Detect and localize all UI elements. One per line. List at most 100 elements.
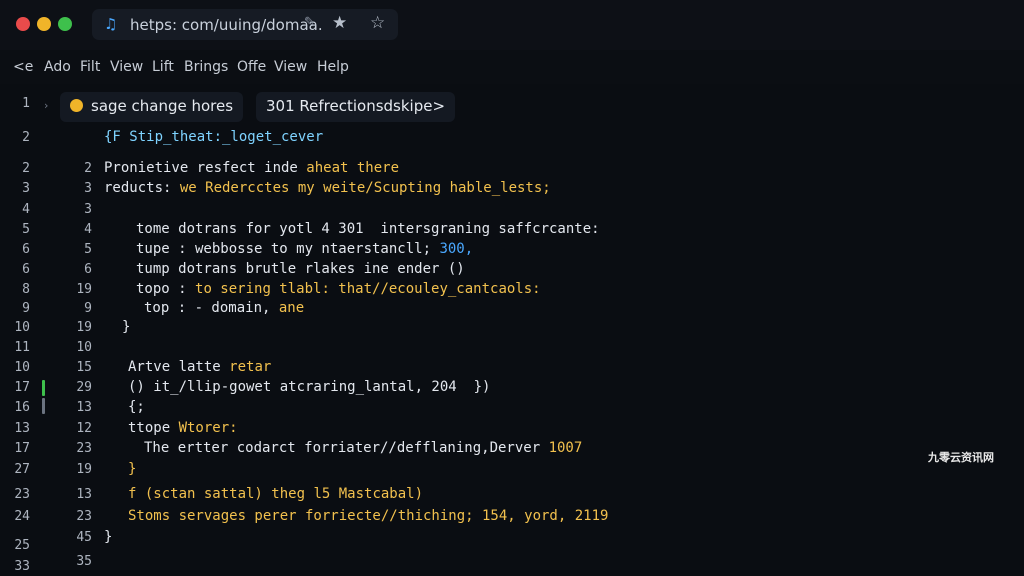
url-text[interactable]: hetps: com/uuing/domaa. [130, 16, 323, 34]
menu-bar: <e Ado Filt View Lift Brings Offe View H… [0, 52, 1024, 82]
line-number: 33 [14, 559, 30, 574]
code-line[interactable]: tump dotrans brutle rlakes ine ender () [136, 261, 465, 277]
line-number: 4 [22, 202, 30, 217]
code-text: we Redercctes my weite/Scupting hable_le… [179, 180, 551, 196]
star-icon[interactable]: ★ [332, 13, 347, 33]
secondary-line-number: 9 [84, 301, 92, 316]
code-line[interactable]: ttope Wtorer: [128, 420, 238, 436]
code-line[interactable]: f (sctan sattal) theg l5 Mastcabal) [128, 486, 423, 502]
tab-301-refrections[interactable]: 301 Refrectionsdskipe> [256, 92, 456, 122]
secondary-line-number: 19 [76, 320, 92, 335]
secondary-line-number: 23 [76, 441, 92, 456]
code-text: Artve latte [128, 359, 230, 375]
code-text: l5 Mastcabal) [313, 486, 424, 502]
code-line[interactable]: Pronietive resfect inde aheat there [104, 160, 399, 176]
line-number: 8 [22, 282, 30, 297]
code-line[interactable]: Artve latte retar [128, 359, 271, 375]
code-text: aheat there [306, 160, 400, 176]
line-number: 2 [22, 161, 30, 176]
code-editor[interactable]: 1 › sage change hores 301 Refrectionsdsk… [0, 84, 1024, 576]
code-text: topo : [136, 281, 196, 297]
menu-item-ado[interactable]: Ado [44, 59, 71, 75]
secondary-line-number: 23 [76, 509, 92, 524]
code-text: tupe : webbosse to my ntaerstancll; [136, 241, 440, 257]
chevron-right-icon[interactable]: › [44, 99, 48, 112]
file-icon [70, 99, 83, 112]
code-text: reducts: [104, 180, 180, 196]
code-line[interactable]: The ertter codarct forriater//defflaning… [144, 440, 582, 456]
secondary-line-number: 12 [76, 421, 92, 436]
git-added-marker [42, 380, 45, 396]
line-number: 5 [22, 222, 30, 237]
line-number: 1 [22, 96, 30, 111]
line-number: 11 [14, 340, 30, 355]
minimize-window-button[interactable] [37, 17, 51, 31]
title-bar: ♫ hetps: com/uuing/domaa. ✎ ★ ☆ [0, 0, 1024, 50]
edit-icon[interactable]: ✎ [304, 15, 315, 30]
code-text: 300, [439, 241, 474, 257]
address-bar[interactable]: ♫ hetps: com/uuing/domaa. ✎ ★ ☆ [92, 9, 398, 40]
code-text: Pronietive resfect inde [104, 160, 307, 176]
line-number: 2 [22, 130, 30, 145]
code-line[interactable]: {F Stip_theat:_loget_cever [104, 129, 323, 145]
code-line[interactable]: } [104, 529, 112, 545]
line-number: 23 [14, 487, 30, 502]
secondary-line-number: 19 [76, 282, 92, 297]
code-text: retar [229, 359, 272, 375]
line-number: 6 [22, 262, 30, 277]
code-line[interactable]: tupe : webbosse to my ntaerstancll; 300, [136, 241, 473, 257]
watermark-logo: 九零云资讯网 [928, 451, 994, 464]
menu-item-filt[interactable]: Filt [80, 59, 100, 75]
secondary-line-number: 13 [76, 487, 92, 502]
line-number: 24 [14, 509, 30, 524]
menu-item-lift[interactable]: Lift [152, 59, 174, 75]
menu-item-help[interactable]: Help [317, 59, 349, 75]
tab-sage-change-hores[interactable]: sage change hores [60, 92, 244, 122]
close-window-button[interactable] [16, 17, 30, 31]
tab-label: 301 Refrectionsdskipe> [266, 97, 446, 115]
code-text: 1007 [548, 440, 583, 456]
secondary-line-number: 13 [76, 400, 92, 415]
secondary-line-number: 5 [84, 242, 92, 257]
menu-item-view[interactable]: View [110, 59, 143, 75]
code-line[interactable]: topo : to sering tlabl: that//ecouley_ca… [136, 281, 541, 297]
tab-label: sage change hores [91, 97, 234, 115]
code-line[interactable]: } [128, 461, 136, 477]
line-number: 17 [14, 380, 30, 395]
secondary-line-number: 35 [76, 554, 92, 569]
line-number: 9 [22, 301, 30, 316]
secondary-line-number: 45 [76, 530, 92, 545]
git-modified-marker [42, 398, 45, 414]
extension-star-icon[interactable]: ☆ [370, 13, 385, 33]
code-line[interactable]: Stoms servages perer forriecte//thiching… [128, 508, 608, 524]
line-number: 6 [22, 242, 30, 257]
code-text: The ertter codarct forriater//defflaning… [144, 440, 549, 456]
code-line[interactable]: top : - domain, ane [144, 300, 304, 316]
code-text: top : - domain, [144, 300, 279, 316]
code-text: ane [278, 300, 305, 316]
line-number: 27 [14, 462, 30, 477]
line-number: 17 [14, 441, 30, 456]
secondary-line-number: 3 [84, 181, 92, 196]
code-text: f (sctan sattal) theg [128, 486, 314, 502]
code-line[interactable]: tome dotrans for yotl 4 301 intersgranin… [136, 221, 600, 237]
menu-item-view-2[interactable]: View [274, 59, 307, 75]
line-number: 10 [14, 320, 30, 335]
secondary-line-number: 15 [76, 360, 92, 375]
menu-item-brings[interactable]: Brings [184, 59, 228, 75]
secondary-line-number: 2 [84, 161, 92, 176]
secondary-line-number: 19 [76, 462, 92, 477]
code-text: to sering tlabl: that//ecouley_cantcaols… [195, 281, 541, 297]
line-number: 3 [22, 181, 30, 196]
code-line[interactable]: } [122, 319, 130, 335]
maximize-window-button[interactable] [58, 17, 72, 31]
menu-item-back[interactable]: <e [13, 59, 33, 75]
line-number: 10 [14, 360, 30, 375]
code-line[interactable]: () it_/llip-gowet atcraring_lantal, 204 … [128, 379, 490, 395]
line-number: 25 [14, 538, 30, 553]
menu-item-offe[interactable]: Offe [237, 59, 266, 75]
music-note-icon: ♫ [104, 15, 118, 33]
code-line[interactable]: {; [128, 399, 145, 415]
code-line[interactable]: reducts: we Redercctes my weite/Scupting… [104, 180, 551, 196]
code-text: Wtorer: [178, 420, 238, 436]
